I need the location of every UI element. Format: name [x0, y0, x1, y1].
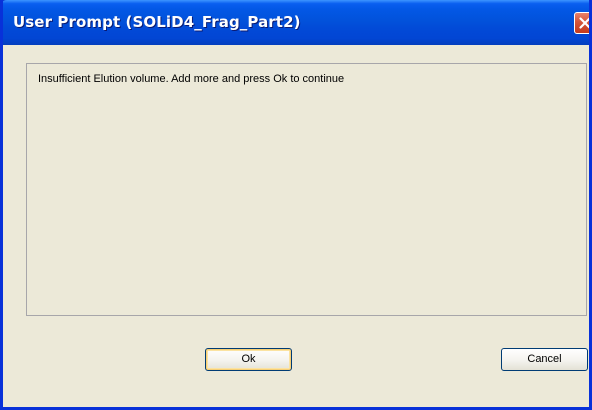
dialog-body: Insufficient Elution volume. Add more an… — [3, 45, 589, 407]
close-icon — [579, 17, 589, 29]
cancel-button[interactable]: Cancel — [501, 348, 588, 371]
dialog-window: User Prompt (SOLiD4_Frag_Part2) Insuffic… — [0, 0, 592, 410]
title-bar[interactable]: User Prompt (SOLiD4_Frag_Part2) — [3, 0, 589, 45]
window-title: User Prompt (SOLiD4_Frag_Part2) — [13, 13, 301, 31]
ok-button[interactable]: Ok — [205, 348, 292, 371]
close-button[interactable] — [574, 12, 589, 34]
message-panel: Insufficient Elution volume. Add more an… — [26, 63, 587, 316]
prompt-message: Insufficient Elution volume. Add more an… — [38, 73, 345, 85]
